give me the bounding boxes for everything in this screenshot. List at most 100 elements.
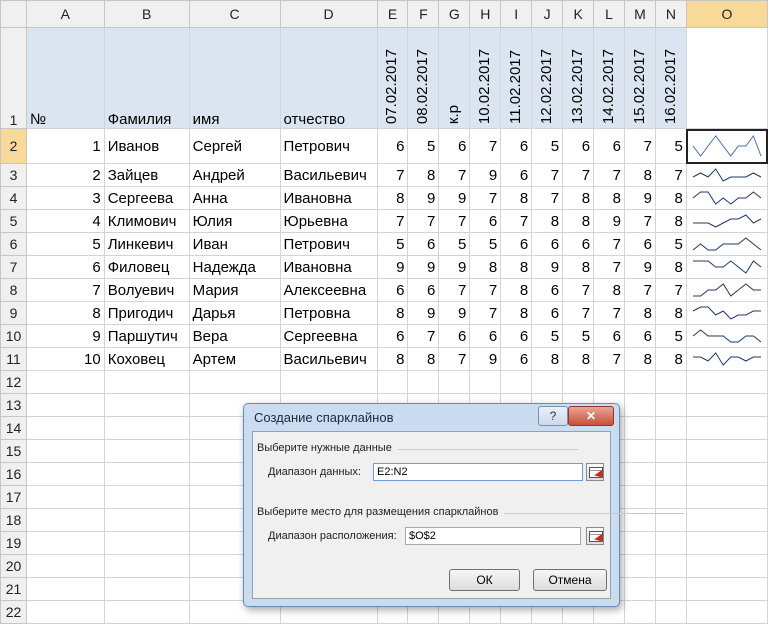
location-range-input[interactable]: $O$2 xyxy=(405,527,581,545)
empty-cell[interactable] xyxy=(685,577,768,601)
cell-grade[interactable]: 8 xyxy=(376,301,409,325)
cell-grade[interactable]: 9 xyxy=(593,209,626,233)
empty-cell[interactable] xyxy=(593,370,626,394)
cell-grade[interactable]: 8 xyxy=(407,347,440,371)
cell-grade[interactable]: 8 xyxy=(593,278,626,302)
column-header-l[interactable]: L xyxy=(593,0,626,28)
row-header[interactable]: 18 xyxy=(0,508,27,532)
header-first-name[interactable]: имя xyxy=(188,27,281,129)
empty-cell[interactable] xyxy=(103,554,190,578)
header-last-name[interactable]: Фамилия xyxy=(103,27,190,129)
cell-grade[interactable]: 9 xyxy=(531,255,564,279)
row-header[interactable]: 19 xyxy=(0,531,27,555)
cell-grade[interactable]: 8 xyxy=(500,255,533,279)
sparkline-cell[interactable] xyxy=(685,163,768,187)
empty-cell[interactable] xyxy=(103,370,190,394)
row-header[interactable]: 2 xyxy=(0,128,27,164)
column-header-k[interactable]: K xyxy=(562,0,595,28)
empty-cell[interactable] xyxy=(654,439,687,463)
cell-grade[interactable]: 7 xyxy=(593,163,626,187)
cell-grade[interactable]: 5 xyxy=(562,324,595,348)
cell-number[interactable]: 3 xyxy=(25,186,105,210)
column-header-e[interactable]: E xyxy=(376,0,409,28)
cell-patronymic[interactable]: Сергеевна xyxy=(279,324,378,348)
empty-cell[interactable] xyxy=(25,531,105,555)
empty-cell[interactable] xyxy=(685,508,768,532)
cell-grade[interactable]: 7 xyxy=(531,186,564,210)
empty-cell[interactable] xyxy=(376,370,409,394)
cell-number[interactable]: 10 xyxy=(25,347,105,371)
cell-grade[interactable]: 7 xyxy=(531,163,564,187)
cell-last-name[interactable]: Линкевич xyxy=(103,232,190,256)
cell-grade[interactable]: 6 xyxy=(624,232,656,256)
cell-grade[interactable]: 7 xyxy=(376,209,409,233)
cell-grade[interactable]: 6 xyxy=(407,278,440,302)
cell-grade[interactable]: 8 xyxy=(654,255,687,279)
cell-patronymic[interactable]: Петрович xyxy=(279,128,378,164)
row-header[interactable]: 15 xyxy=(0,439,27,463)
column-header-o[interactable]: O xyxy=(685,0,768,28)
cell-grade[interactable]: 5 xyxy=(531,324,564,348)
sparkline-cell[interactable] xyxy=(685,301,768,325)
cell-grade[interactable]: 6 xyxy=(531,232,564,256)
empty-cell[interactable] xyxy=(654,600,687,624)
cell-last-name[interactable]: Сергеева xyxy=(103,186,190,210)
cell-grade[interactable]: 9 xyxy=(438,301,471,325)
cell-grade[interactable]: 9 xyxy=(624,186,656,210)
cell-number[interactable]: 1 xyxy=(25,128,105,164)
cell-grade[interactable]: 8 xyxy=(654,347,687,371)
cell-first-name[interactable]: Артем xyxy=(188,347,281,371)
cell-patronymic[interactable]: Петрович xyxy=(279,232,378,256)
cell-grade[interactable]: 9 xyxy=(624,255,656,279)
cell-number[interactable]: 5 xyxy=(25,232,105,256)
cell-grade[interactable]: 7 xyxy=(654,278,687,302)
cell-grade[interactable]: 7 xyxy=(624,128,656,164)
cell-last-name[interactable]: Климович xyxy=(103,209,190,233)
cell-grade[interactable]: 6 xyxy=(500,232,533,256)
empty-cell[interactable] xyxy=(500,370,533,394)
column-header-m[interactable]: M xyxy=(624,0,656,28)
empty-cell[interactable] xyxy=(25,554,105,578)
cell-grade[interactable]: 8 xyxy=(562,209,595,233)
cell-grade[interactable]: 6 xyxy=(438,324,471,348)
empty-cell[interactable] xyxy=(685,531,768,555)
row-header[interactable]: 12 xyxy=(0,370,27,394)
row-header[interactable]: 3 xyxy=(0,163,27,187)
empty-cell[interactable] xyxy=(654,416,687,440)
empty-cell[interactable] xyxy=(624,531,656,555)
empty-cell[interactable] xyxy=(624,416,656,440)
sparkline-cell[interactable] xyxy=(685,324,768,348)
cell-grade[interactable]: 6 xyxy=(593,128,626,164)
empty-cell[interactable] xyxy=(531,370,564,394)
cell-last-name[interactable]: Иванов xyxy=(103,128,190,164)
cell-number[interactable]: 6 xyxy=(25,255,105,279)
empty-cell[interactable] xyxy=(25,462,105,486)
sparkline-cell[interactable] xyxy=(685,347,768,371)
cell-patronymic[interactable]: Юрьевна xyxy=(279,209,378,233)
header-patronymic[interactable]: отчество xyxy=(279,27,378,129)
cell-grade[interactable]: 7 xyxy=(438,278,471,302)
close-button[interactable]: ✕ xyxy=(568,406,614,426)
cell-grade[interactable]: 6 xyxy=(438,128,471,164)
cancel-button[interactable]: Отмена xyxy=(533,569,607,591)
cell-number[interactable]: 4 xyxy=(25,209,105,233)
data-range-input[interactable]: E2:N2 xyxy=(373,463,583,481)
cell-patronymic[interactable]: Ивановна xyxy=(279,186,378,210)
cell-first-name[interactable]: Юлия xyxy=(188,209,281,233)
column-header-i[interactable]: I xyxy=(500,0,533,28)
cell-patronymic[interactable]: Петровна xyxy=(279,301,378,325)
cell-last-name[interactable]: Пригодич xyxy=(103,301,190,325)
empty-cell[interactable] xyxy=(25,416,105,440)
empty-cell[interactable] xyxy=(624,485,656,509)
ok-button[interactable]: ОК xyxy=(449,569,520,591)
header-number[interactable]: № xyxy=(25,27,105,129)
empty-cell[interactable] xyxy=(624,600,656,624)
cell-grade[interactable]: 7 xyxy=(438,209,471,233)
empty-cell[interactable] xyxy=(25,600,105,624)
cell-number[interactable]: 2 xyxy=(25,163,105,187)
empty-cell[interactable] xyxy=(624,370,656,394)
cell-grade[interactable]: 6 xyxy=(531,278,564,302)
cell-grade[interactable]: 8 xyxy=(500,278,533,302)
cell-grade[interactable]: 8 xyxy=(562,347,595,371)
cell-grade[interactable]: 9 xyxy=(376,255,409,279)
